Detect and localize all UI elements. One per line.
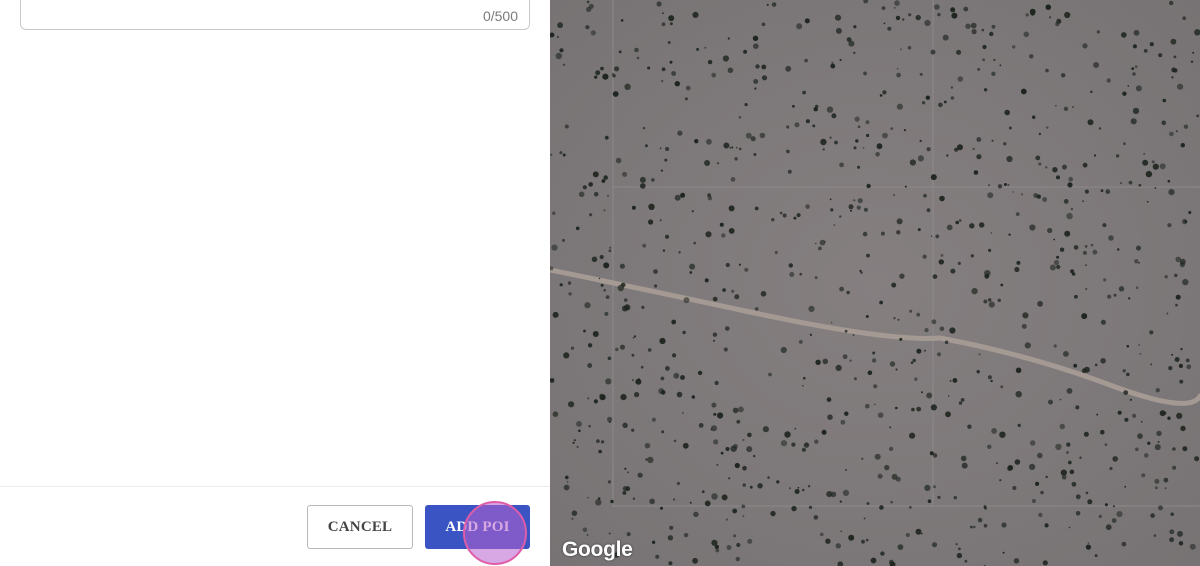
character-counter: 0/500 [482,8,518,24]
add-poi-button[interactable]: ADD POI [425,505,530,549]
description-textarea[interactable]: 0/500 [20,0,530,30]
satellite-map[interactable]: Google [550,0,1200,566]
cancel-button[interactable]: CANCEL [307,505,413,549]
google-attribution: Google [562,538,633,561]
footer-divider [0,486,550,487]
satellite-imagery [550,0,1200,566]
poi-form-panel: 0/500 CANCEL ADD POI [0,0,550,566]
